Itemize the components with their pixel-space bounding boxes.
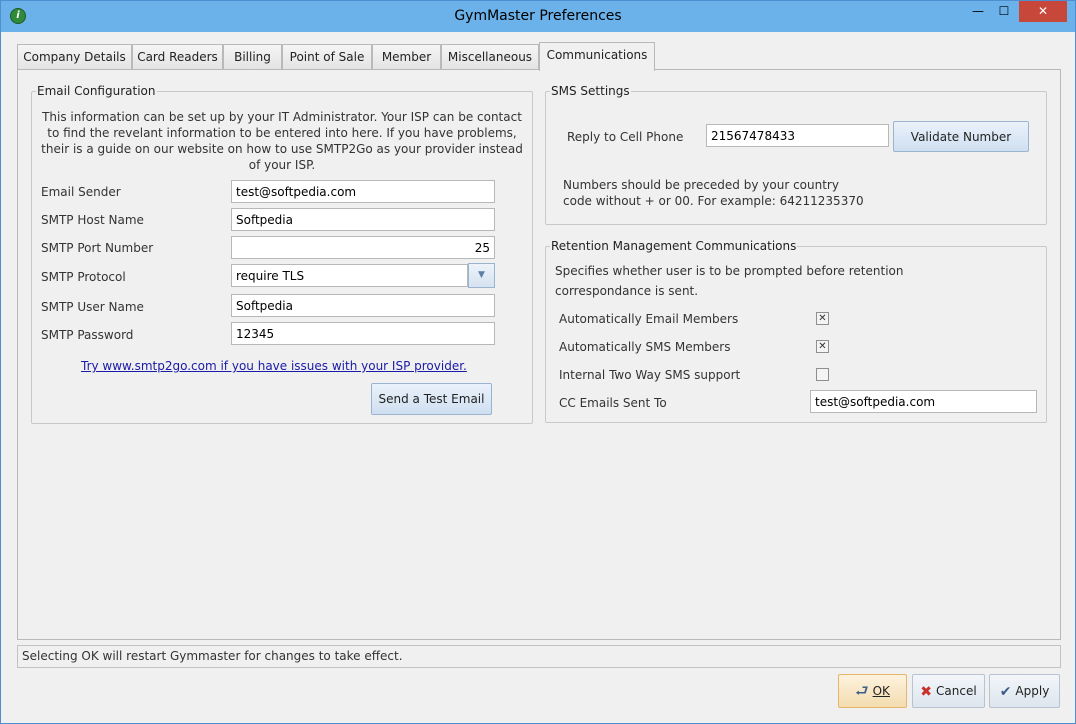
tab-member[interactable]: Member [372,44,441,70]
email-info-line-3: their is a guide on our website on how t… [41,142,523,156]
cancel-button[interactable]: ✖ Cancel [912,674,985,708]
smtp-host-input[interactable] [231,208,495,231]
tab-communications[interactable]: Communications [539,42,655,71]
email-info-line-1: This information can be set up by your I… [42,110,522,124]
auto-email-label: Automatically Email Members [559,312,739,326]
tab-billing[interactable]: Billing [223,44,282,70]
smtp-user-label: SMTP User Name [41,300,144,314]
tab-miscellaneous[interactable]: Miscellaneous [441,44,539,70]
cancel-label: Cancel [936,684,977,698]
ok-label: OK [872,684,890,698]
smtp-port-input[interactable] [231,236,495,259]
two-way-sms-label: Internal Two Way SMS support [559,368,741,382]
reply-cell-phone-input[interactable] [706,124,889,147]
smtp-password-label: SMTP Password [41,328,134,342]
ok-arrow-icon: ⮐ [855,682,869,700]
sms-note-line-1: Numbers should be preceded by your count… [563,178,839,192]
communications-panel: Email Configuration This information can… [17,69,1061,640]
maximize-icon[interactable]: ☐ [991,1,1017,22]
email-sender-input[interactable] [231,180,495,203]
status-bar: Selecting OK will restart Gymmaster for … [17,645,1061,668]
ok-button[interactable]: ⮐ OK [838,674,907,708]
auto-sms-checkbox[interactable]: ✕ [816,340,829,353]
retention-legend: Retention Management Communications [550,238,798,254]
smtp-host-label: SMTP Host Name [41,213,144,227]
tab-card-readers[interactable]: Card Readers [132,44,223,70]
auto-email-checkbox[interactable]: ✕ [816,312,829,325]
tab-company-details[interactable]: Company Details [17,44,132,70]
email-configuration-group: Email Configuration This information can… [31,83,533,424]
auto-sms-label: Automatically SMS Members [559,340,731,354]
status-text: Selecting OK will restart Gymmaster for … [22,649,403,663]
sms-settings-group: SMS Settings Reply to Cell Phone Validat… [545,83,1047,225]
smtp-protocol-label: SMTP Protocol [41,270,126,284]
title-bar[interactable]: i GymMaster Preferences — ☐ ✕ [1,1,1075,32]
email-sender-label: Email Sender [41,185,121,199]
apply-button[interactable]: ✔ Apply [989,674,1060,708]
apply-label: Apply [1015,684,1050,698]
tab-point-of-sale[interactable]: Point of Sale [282,44,372,70]
preferences-window: i GymMaster Preferences — ☐ ✕ Company De… [0,0,1076,724]
close-icon[interactable]: ✕ [1019,1,1067,22]
smtp-protocol-select[interactable] [231,264,468,287]
smtp-password-input[interactable] [231,322,495,345]
reply-cell-phone-label: Reply to Cell Phone [567,130,684,144]
minimize-icon[interactable]: — [965,1,991,22]
send-test-email-button[interactable]: Send a Test Email [371,383,492,415]
smtp-port-label: SMTP Port Number [41,241,154,255]
sms-note-line-2: code without + or 00. For example: 64211… [563,194,864,208]
email-configuration-legend: Email Configuration [36,83,157,99]
client-area: Company Details Card Readers Billing Poi… [1,32,1075,723]
cc-emails-label: CC Emails Sent To [559,396,667,410]
cc-emails-input[interactable] [810,390,1037,413]
email-info-line-4: of your ISP. [248,158,316,172]
email-info-line-2: to find the revelant information to be e… [47,126,517,140]
window-title: GymMaster Preferences [454,8,622,24]
two-way-sms-checkbox[interactable] [816,368,829,381]
retention-communications-group: Retention Management Communications Spec… [545,238,1047,423]
retention-desc-line-1: Specifies whether user is to be prompted… [555,264,904,278]
retention-desc-line-2: correspondance is sent. [555,284,699,298]
cancel-x-icon: ✖ [920,684,933,700]
validate-number-button[interactable]: Validate Number [893,121,1029,152]
smtp2go-link[interactable]: Try www.smtp2go.com if you have issues w… [81,358,467,374]
apply-check-icon: ✔ [999,684,1012,700]
smtp-user-input[interactable] [231,294,495,317]
chevron-down-icon[interactable]: ▼ [468,263,495,288]
sms-settings-legend: SMS Settings [550,83,631,99]
